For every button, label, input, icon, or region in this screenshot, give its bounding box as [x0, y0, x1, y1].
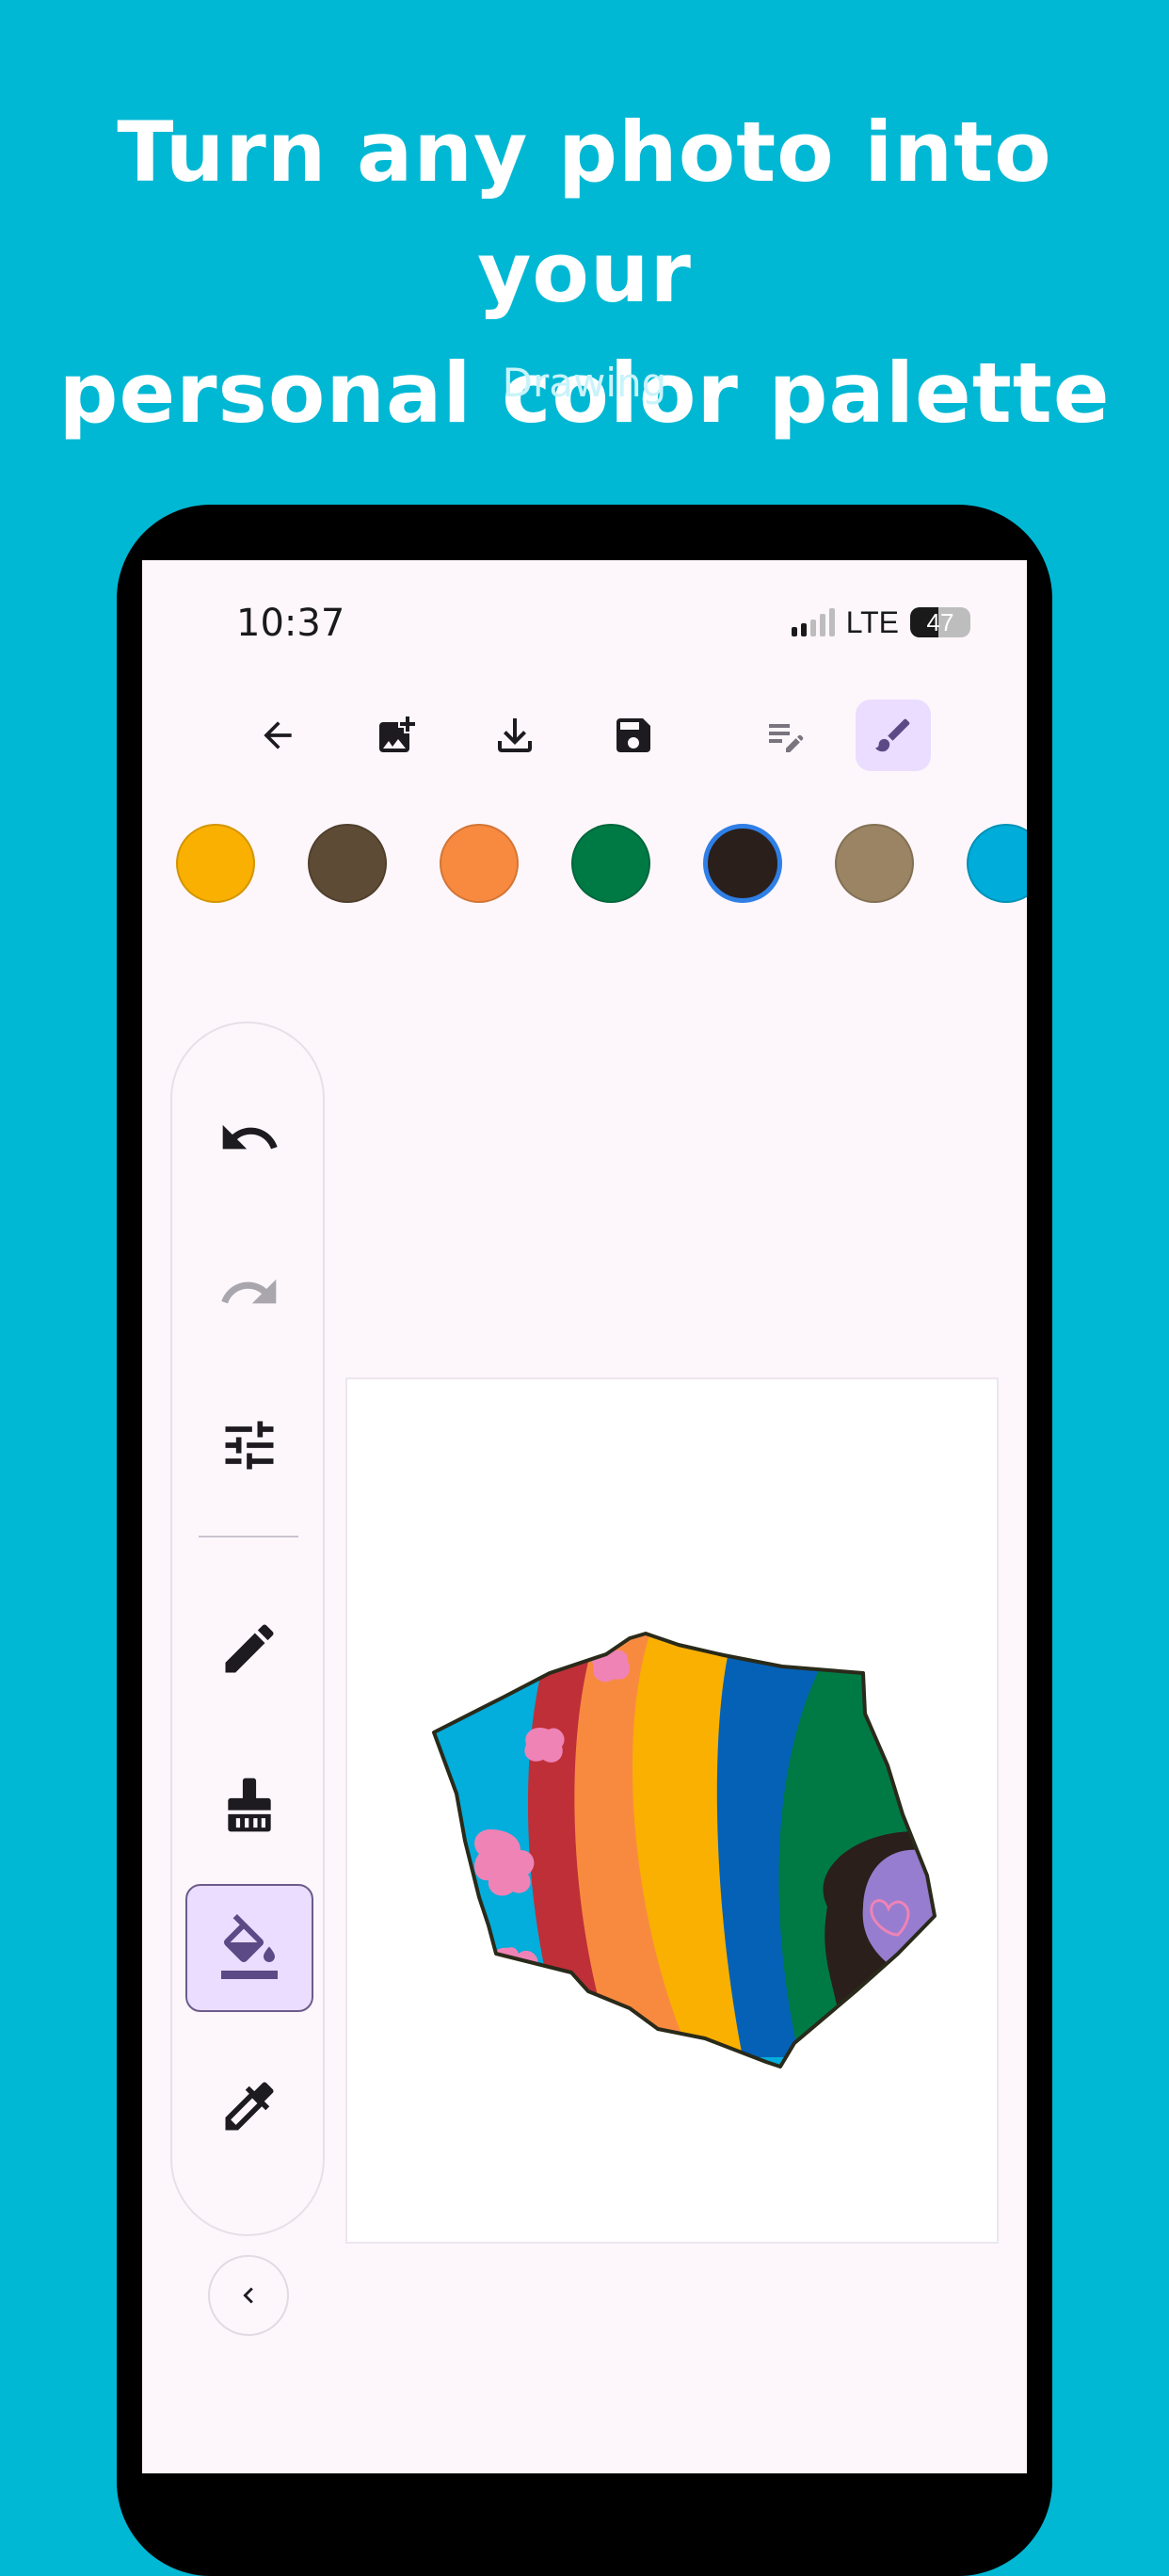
battery-level: 47 [926, 608, 954, 636]
back-button[interactable] [240, 700, 315, 771]
app-screen: 10:37 LTE 47 [142, 560, 1027, 2473]
add-image-button[interactable] [359, 700, 434, 771]
rainbow-drawing [432, 1632, 937, 2069]
color-swatch[interactable] [308, 824, 387, 903]
arrow-left-icon [264, 721, 292, 749]
color-swatch[interactable] [440, 824, 519, 903]
save-icon [617, 718, 650, 752]
signal-icon [791, 608, 835, 636]
color-swatch[interactable] [967, 824, 1027, 903]
brush-tool-button[interactable] [185, 1741, 313, 1869]
phone-frame: 10:37 LTE 47 [117, 505, 1052, 2576]
eyedropper-icon [225, 2082, 274, 2131]
undo-icon [222, 1124, 278, 1150]
redo-icon [221, 1279, 277, 1304]
color-swatch[interactable] [703, 824, 782, 903]
color-swatch[interactable] [571, 824, 650, 903]
add-photo-icon [379, 716, 415, 752]
color-swatch[interactable] [176, 824, 255, 903]
save-button[interactable] [596, 700, 671, 771]
edit-note-icon [769, 724, 804, 752]
undo-button[interactable] [185, 1074, 313, 1202]
eyedropper-tool-button[interactable] [185, 2042, 313, 2170]
collapse-rail-button[interactable] [208, 2255, 289, 2336]
status-time: 10:37 [236, 602, 345, 645]
download-icon [498, 718, 532, 752]
pencil-icon [225, 1624, 274, 1673]
battery-icon: 47 [910, 607, 970, 637]
status-icons: LTE 47 [791, 604, 970, 641]
color-swatch[interactable] [835, 824, 914, 903]
chevron-left-icon [243, 2287, 253, 2304]
cleaning-brush-icon [228, 1778, 271, 1832]
text-edit-mode-button[interactable] [748, 700, 824, 771]
tool-rail [170, 1022, 325, 2236]
brush-mode-button[interactable] [856, 700, 931, 771]
fill-tool-button[interactable] [185, 1884, 313, 2012]
redo-button[interactable] [185, 1229, 313, 1357]
headline-line-1: Turn any photo into your [117, 104, 1052, 321]
adjust-button[interactable] [185, 1381, 313, 1509]
subtitle: Drawing [502, 360, 667, 406]
download-button[interactable] [477, 700, 552, 771]
drawing-canvas[interactable] [345, 1377, 999, 2244]
tune-icon [225, 1421, 274, 1470]
network-type: LTE [845, 604, 899, 639]
paint-bucket-icon [221, 1914, 278, 1979]
brush-icon [874, 718, 910, 752]
pencil-tool-button[interactable] [185, 1585, 313, 1713]
tool-divider [199, 1536, 298, 1538]
